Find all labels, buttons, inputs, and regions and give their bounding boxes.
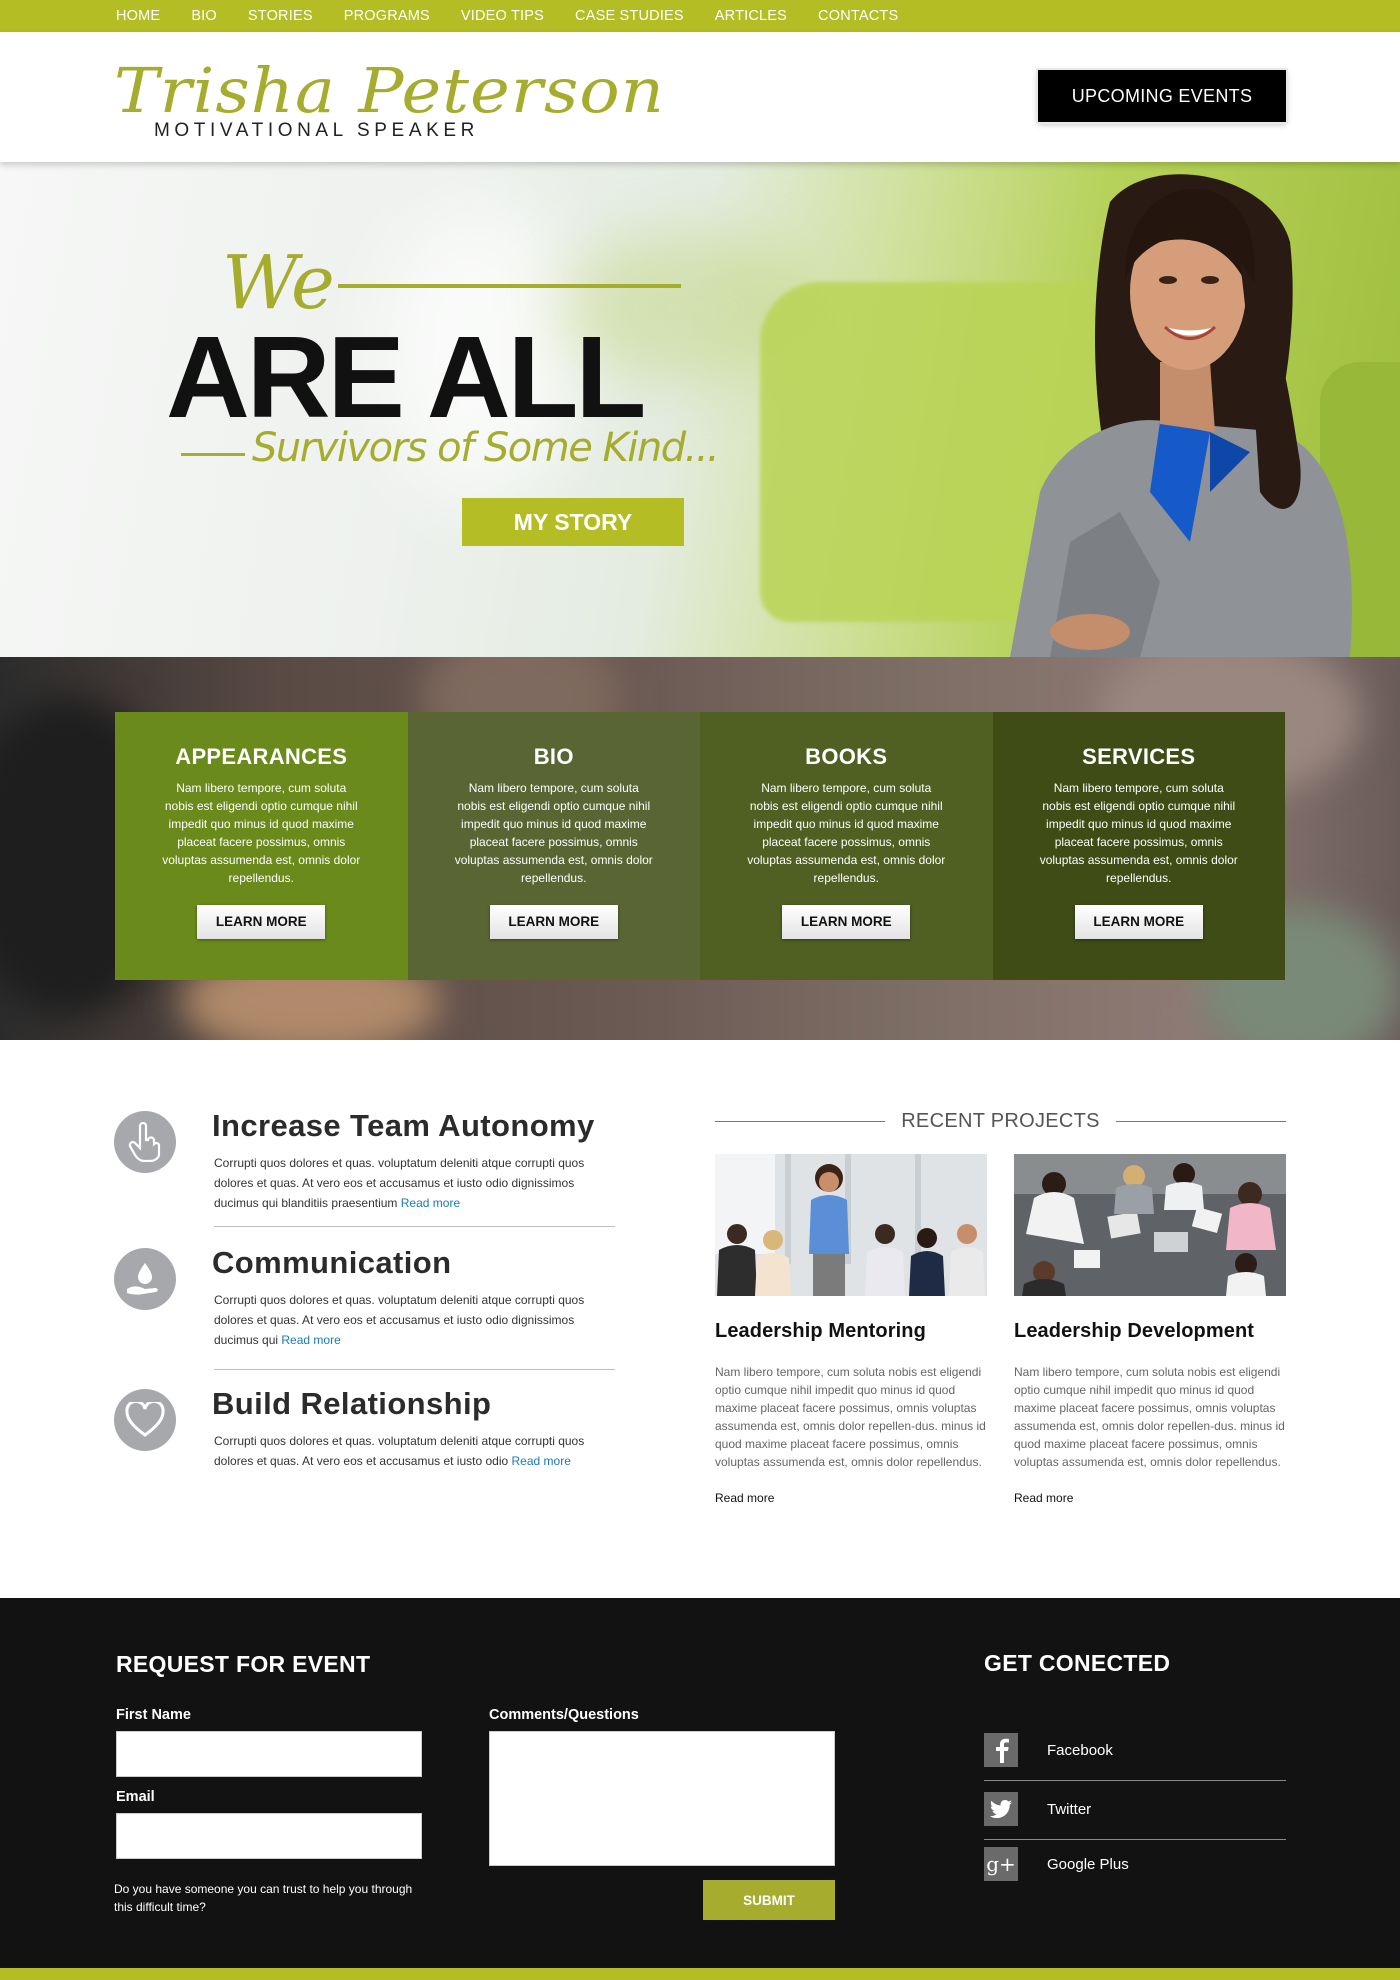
hand-pointer-icon: [114, 1111, 176, 1173]
read-more-link[interactable]: Read more: [281, 1333, 340, 1347]
learn-more-button[interactable]: LEARN MORE: [197, 905, 326, 939]
first-name-label: First Name: [116, 1707, 191, 1723]
woman-photo: [1010, 174, 1352, 657]
read-more-link[interactable]: Read more: [401, 1196, 460, 1210]
social-name: Google Plus: [1047, 1856, 1129, 1873]
google-plus-glyph: g+: [986, 1852, 1016, 1876]
nav-contacts[interactable]: CONTACTS: [818, 8, 898, 24]
nav-video-tips[interactable]: VIDEO TIPS: [461, 8, 544, 24]
box-books: BOOKS Nam libero tempore, cum soluta nob…: [700, 712, 993, 980]
box-text: Nam libero tempore, cum soluta nobis est…: [454, 781, 653, 885]
box-services: SERVICES Nam libero tempore, cum soluta …: [992, 712, 1285, 980]
learn-more-button[interactable]: LEARN MORE: [782, 905, 911, 939]
social-name: Twitter: [1047, 1801, 1092, 1818]
project-text: Nam libero tempore, cum soluta nobis est…: [1014, 1365, 1285, 1469]
learn-more-button[interactable]: LEARN MORE: [489, 905, 618, 939]
box-text: Nam libero tempore, cum soluta nobis est…: [747, 781, 946, 885]
box-title: APPEARANCES: [175, 744, 348, 769]
logo-name[interactable]: Trisha Peterson: [114, 54, 665, 127]
box-text: Nam libero tempore, cum soluta nobis est…: [1039, 781, 1238, 885]
site-header: Trisha Peterson MOTIVATIONAL SPEAKER UPC…: [0, 32, 1400, 162]
project-title[interactable]: Leadership Mentoring: [715, 1320, 987, 1343]
feature-team-autonomy: Increase Team Autonomy Corrupti quos dol…: [114, 1108, 615, 1238]
box-appearances: APPEARANCES Nam libero tempore, cum solu…: [115, 712, 408, 980]
project-image[interactable]: [715, 1154, 987, 1296]
upcoming-events-button[interactable]: UPCOMING EVENTS: [1038, 70, 1286, 122]
feature-title: Increase Team Autonomy: [212, 1108, 595, 1143]
comments-label: Comments/Questions: [489, 1707, 639, 1723]
recent-projects-heading: RECENT PROJECTS: [715, 1110, 1286, 1134]
google-plus-icon: g+: [984, 1847, 1018, 1881]
nav-programs[interactable]: PROGRAMS: [344, 8, 430, 24]
box-title: BOOKS: [805, 744, 888, 769]
facebook-icon: [984, 1733, 1018, 1767]
heart-icon: [114, 1389, 176, 1451]
nav-case-studies[interactable]: CASE STUDIES: [575, 8, 684, 24]
hero-headline: ARE ALL: [166, 312, 646, 442]
logo-tagline: MOTIVATIONAL SPEAKER: [154, 120, 479, 141]
box-title: BIO: [533, 744, 574, 769]
hero-subline: Survivors of Some Kind...: [252, 425, 720, 471]
read-more-link[interactable]: Read more: [1014, 1491, 1286, 1505]
feature-text: Corrupti quos dolores et quas. voluptatu…: [214, 1153, 594, 1213]
first-name-field[interactable]: [116, 1731, 422, 1777]
hero-banner: We ARE ALL Survivors of Some Kind... MY …: [0, 162, 1400, 657]
email-label: Email: [116, 1789, 155, 1805]
hero-rule: [338, 284, 681, 288]
project-text: Nam libero tempore, cum soluta nobis est…: [715, 1365, 986, 1469]
nav-home[interactable]: HOME: [116, 8, 160, 24]
divider: [214, 1369, 615, 1370]
get-connected-heading: GET CONECTED: [984, 1650, 1171, 1676]
box-title: SERVICES: [1082, 744, 1196, 769]
hand-drop-icon: [114, 1248, 176, 1310]
project-title[interactable]: Leadership Development: [1014, 1320, 1286, 1343]
box-text: Nam libero tempore, cum soluta nobis est…: [162, 781, 361, 885]
feature-text: Corrupti quos dolores et quas. voluptatu…: [214, 1431, 594, 1471]
feature-text: Corrupti quos dolores et quas. voluptatu…: [214, 1290, 594, 1350]
feature-body: Corrupti quos dolores et quas. voluptatu…: [214, 1293, 585, 1347]
nav-stories[interactable]: STORIES: [248, 8, 313, 24]
feature-title: Build Relationship: [212, 1386, 492, 1421]
social-name: Facebook: [1047, 1742, 1113, 1759]
feature-title: Communication: [212, 1245, 452, 1280]
my-story-button[interactable]: MY STORY: [462, 498, 684, 546]
hero-subline-rule: [181, 453, 245, 456]
top-nav: HOME BIO STORIES PROGRAMS VIDEO TIPS CAS…: [0, 0, 1400, 32]
divider: [214, 1226, 615, 1227]
audience-strip: APPEARANCES Nam libero tempore, cum solu…: [0, 657, 1400, 1040]
page: { "nav": { "items": ["HOME", "BIO", "STO…: [0, 0, 1400, 1980]
social-facebook[interactable]: Facebook: [984, 1725, 1286, 1781]
feature-build-relationship: Build Relationship Corrupti quos dolores…: [114, 1386, 614, 1476]
feature-body: Corrupti quos dolores et quas. voluptatu…: [214, 1156, 585, 1210]
feature-boxes: APPEARANCES Nam libero tempore, cum solu…: [115, 712, 1285, 980]
box-bio: BIO Nam libero tempore, cum soluta nobis…: [407, 712, 700, 980]
feature-communication: Communication Corrupti quos dolores et q…: [114, 1245, 615, 1375]
submit-button[interactable]: SUBMIT: [703, 1880, 835, 1920]
request-event-heading: REQUEST FOR EVENT: [116, 1651, 371, 1677]
project-card-development: Leadership Development Nam libero tempor…: [1014, 1154, 1286, 1505]
nav-articles[interactable]: ARTICLES: [715, 8, 787, 24]
project-card-mentoring: Leadership Mentoring Nam libero tempore,…: [715, 1154, 987, 1505]
nav-bio[interactable]: BIO: [191, 8, 217, 24]
learn-more-button[interactable]: LEARN MORE: [1074, 905, 1203, 939]
help-note: Do you have someone you can trust to hel…: [114, 1882, 413, 1914]
read-more-link[interactable]: Read more: [715, 1491, 987, 1505]
project-image[interactable]: [1014, 1154, 1286, 1296]
email-field[interactable]: [116, 1813, 422, 1859]
twitter-icon: [984, 1792, 1018, 1826]
footer-accent-bar: [0, 1968, 1400, 1980]
social-google-plus[interactable]: g+ Google Plus: [984, 1839, 1286, 1883]
read-more-link[interactable]: Read more: [512, 1454, 571, 1468]
social-twitter[interactable]: Twitter: [984, 1784, 1286, 1840]
heading-rule-right: [1116, 1121, 1286, 1122]
social-divider: [984, 1780, 1286, 1781]
comments-textarea[interactable]: [489, 1731, 835, 1866]
